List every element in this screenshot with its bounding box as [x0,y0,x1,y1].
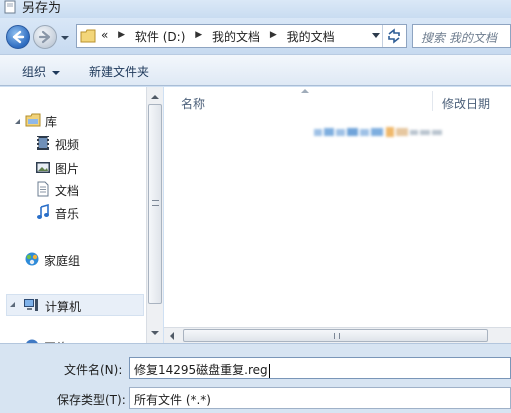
organize-label: 组织 [22,65,47,79]
recent-pages-dropdown-icon[interactable] [60,33,70,43]
arrow-left-icon [12,30,25,44]
sidebar-item-computer[interactable]: 计算机 [6,294,144,316]
chevron-right-icon: ▶ [118,30,126,40]
document-icon [4,0,16,14]
back-button[interactable] [6,25,30,49]
sidebar-item-label: 文档 [55,184,80,198]
arrow-right-icon [38,30,51,44]
filename-text: 修复14295磁盘重复.reg [134,363,268,377]
sidebar-item-label: 库 [45,115,58,129]
expand-arrow-icon[interactable] [9,301,17,309]
scroll-up-arrow-icon[interactable] [151,95,159,99]
address-dropdown-icon[interactable] [372,33,380,39]
video-icon [37,136,49,150]
sidebar-item-label: 音乐 [55,207,80,221]
new-folder-label: 新建文件夹 [89,65,150,79]
save-form: 文件名(N): 修复14295磁盘重复.reg 保存类型(T): 所有文件 (*… [0,343,511,413]
sidebar-item-label: 视频 [55,138,80,152]
title-bar: 另存为 [0,0,511,18]
navigation-pane: 库 视频 图片 文档 音乐 家庭组 计算机 [0,87,146,343]
forward-button[interactable] [33,25,57,49]
organize-button[interactable]: 组织 [22,63,61,80]
address-box[interactable]: « ▶ 软件 (D:) ▶ 我的文档 ▶ 我的文档 [76,24,407,48]
filetype-label: 保存类型(T): [57,393,126,407]
expand-arrow-icon[interactable] [14,118,22,126]
blurred-watermark [314,127,442,137]
column-divider[interactable] [432,91,433,111]
folder-icon [80,29,96,43]
text-cursor [268,363,270,378]
breadcrumb-drive[interactable]: 软件 (D:) [135,28,185,45]
refresh-button[interactable] [382,25,406,47]
search-box[interactable]: 搜索 我的文档 [412,24,511,48]
refresh-icon [388,28,400,44]
picture-icon [36,162,50,173]
filename-value: 修复14295磁盘重复.reg [134,361,270,378]
new-folder-button[interactable]: 新建文件夹 [89,63,149,80]
document-icon [37,181,49,197]
navigation-scrollbar[interactable] [146,87,163,343]
scroll-down-arrow-icon[interactable] [151,331,159,335]
scrollbar-thumb[interactable] [148,104,162,304]
grip-icon [152,200,159,206]
scrollbar-thumb[interactable] [183,329,488,342]
filetype-select[interactable]: 所有文件 (*.*) [129,387,511,409]
column-header-modified[interactable]: 修改日期 [442,95,490,112]
chevron-down-icon [52,70,61,75]
file-list-hscrollbar[interactable] [164,327,511,343]
breadcrumb: « ▶ 软件 (D:) ▶ 我的文档 ▶ 我的文档 [101,28,335,45]
window-title: 另存为 [22,1,62,16]
computer-icon [24,299,38,311]
address-bar-row: « ▶ 软件 (D:) ▶ 我的文档 ▶ 我的文档 搜索 我的文档 [0,18,511,54]
sidebar-item-label: 图片 [55,162,80,176]
breadcrumb-folder-1[interactable]: 我的文档 [212,28,260,45]
sidebar-item-label: 家庭组 [44,254,81,268]
grip-icon [334,333,340,339]
command-toolbar: 组织 新建文件夹 [0,54,511,86]
breadcrumb-overflow[interactable]: « [101,28,108,42]
filename-label: 文件名(N): [64,363,123,377]
filetype-value: 所有文件 (*.*) [134,393,211,407]
library-icon [25,113,41,127]
file-list-pane: 名称 修改日期 [164,87,511,343]
sort-ascending-icon [301,89,309,93]
search-placeholder: 搜索 我的文档 [421,31,497,45]
scroll-left-arrow-icon[interactable] [170,332,174,340]
music-icon [37,204,49,219]
chevron-right-icon: ▶ [269,30,277,40]
chevron-right-icon: ▶ [195,30,203,40]
sidebar-item-label: 计算机 [45,300,82,314]
homegroup-icon [25,252,39,266]
filename-input[interactable]: 修复14295磁盘重复.reg [129,357,511,379]
column-header-name[interactable]: 名称 [181,95,205,112]
breadcrumb-folder-2[interactable]: 我的文档 [287,28,335,45]
